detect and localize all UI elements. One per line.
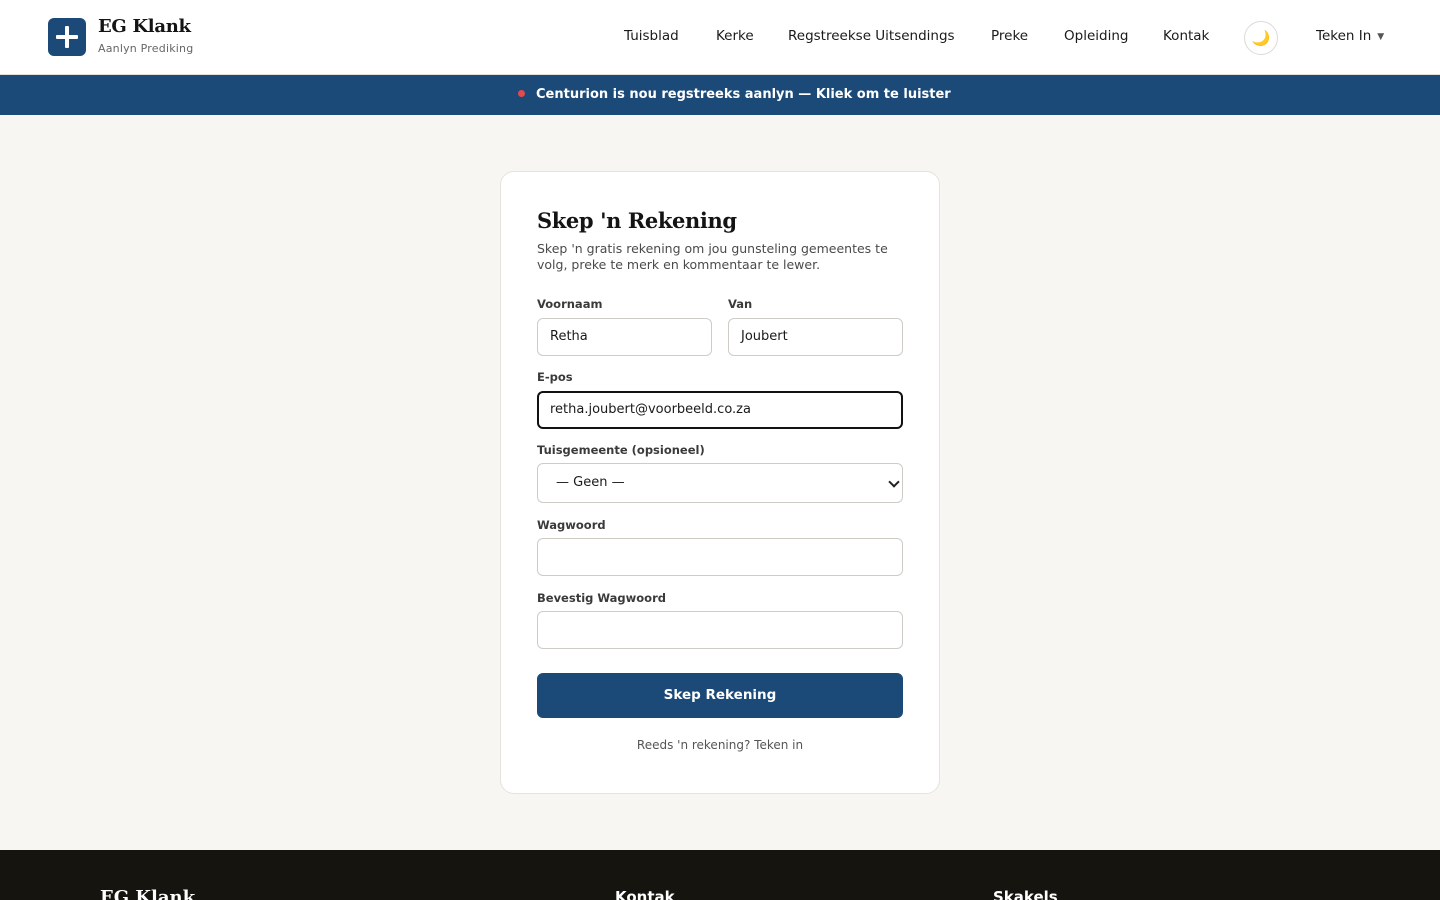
plus-cross-icon[interactable] <box>48 18 86 56</box>
nav-item-preke[interactable]: Preke <box>991 28 1028 44</box>
congregation-label: Tuisgemeente (opsioneel) <box>537 443 705 457</box>
theme-toggle-button[interactable]: 🌙 <box>1244 21 1278 55</box>
live-dot-icon <box>518 90 525 97</box>
page-title: Skep 'n Rekening <box>537 208 737 233</box>
footer-brand: EG Klank <box>100 887 196 900</box>
create-account-button[interactable]: Skep Rekening <box>537 673 903 718</box>
nav-item-kerke[interactable]: Kerke <box>716 28 754 44</box>
congregation-select[interactable]: — Geen — <box>537 463 903 503</box>
caret-down-icon: ▼ <box>1377 32 1385 42</box>
nav-item-opleiding[interactable]: Opleiding <box>1064 28 1128 44</box>
last-name-label: Van <box>728 297 753 311</box>
page-description: Skep 'n gratis rekening om jou gunstelin… <box>537 241 888 272</box>
nav-item-tuisblad[interactable]: Tuisblad <box>624 28 679 44</box>
first-name-label: Voornaam <box>537 297 603 311</box>
signin-label: Teken In <box>1316 28 1372 44</box>
signin-link[interactable]: Reeds 'n rekening? Teken in <box>501 738 939 752</box>
footer-heading-contact: Kontak <box>615 888 675 900</box>
first-name-field[interactable]: Retha <box>537 318 712 356</box>
nav-item-kontak[interactable]: Kontak <box>1163 28 1209 44</box>
congregation-selected-value: — Geen — <box>556 475 625 490</box>
site-header: EG Klank Aanlyn Prediking Tuisblad Kerke… <box>0 0 1440 75</box>
brand-subtitle: Aanlyn Prediking <box>98 42 194 55</box>
signin-dropdown[interactable]: Teken In ▼ <box>1316 28 1384 44</box>
password-field[interactable] <box>537 538 903 576</box>
site-footer: EG Klank Kontak Skakels <box>0 850 1440 900</box>
footer-heading-links: Skakels <box>993 888 1058 900</box>
live-banner-text[interactable]: Centurion is nou regstreeks aanlyn — Kli… <box>536 87 951 102</box>
chevron-down-icon <box>888 476 900 488</box>
email-field[interactable]: retha.joubert@voorbeeld.co.za <box>537 391 903 429</box>
live-banner[interactable]: Centurion is nou regstreeks aanlyn — Kli… <box>0 75 1440 115</box>
confirm-password-field[interactable] <box>537 611 903 649</box>
register-card: Skep 'n Rekening Skep 'n gratis rekening… <box>500 171 940 794</box>
nav-item-live[interactable]: Regstreekse Uitsendings <box>788 28 955 44</box>
brand-title[interactable]: EG Klank <box>98 16 191 37</box>
password-label: Wagwoord <box>537 518 606 532</box>
moon-icon: 🌙 <box>1251 29 1271 47</box>
confirm-password-label: Bevestig Wagwoord <box>537 591 666 605</box>
last-name-field[interactable]: Joubert <box>728 318 903 356</box>
email-label: E-pos <box>537 370 573 384</box>
